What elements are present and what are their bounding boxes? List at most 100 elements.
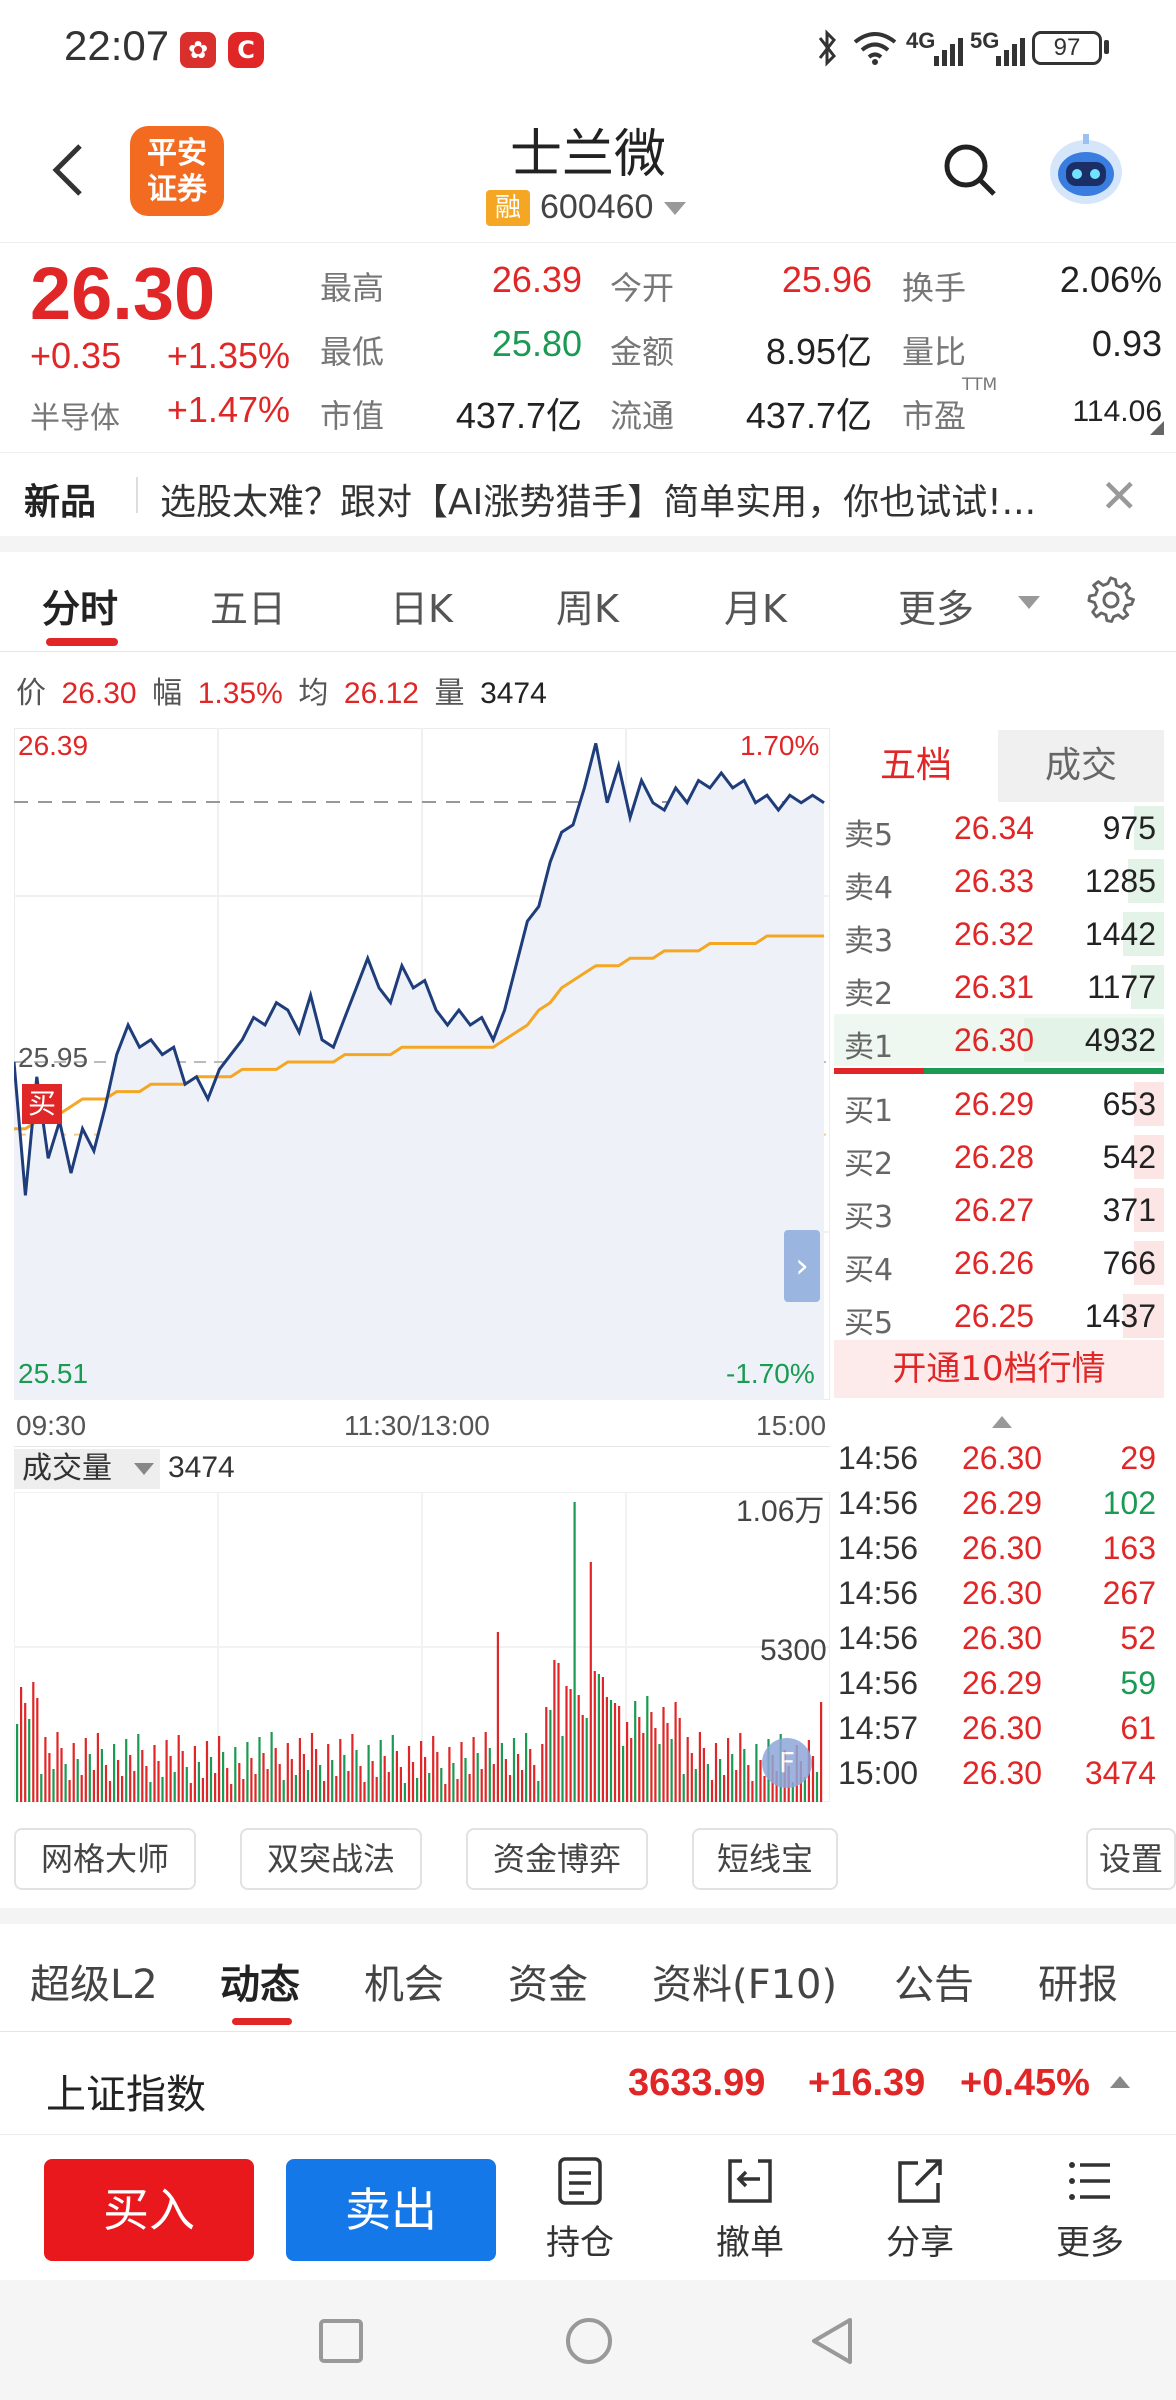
volume-bar [609, 1700, 613, 1802]
bid-row[interactable]: 买1 26.29 653 [834, 1078, 1164, 1130]
tab-daily-k[interactable]: 日K [390, 578, 453, 633]
news-tag: 新品 [24, 482, 97, 523]
cancel-order-button[interactable]: 撤单 [690, 2155, 810, 2275]
volume-bar [104, 1765, 108, 1802]
volume-bar [517, 1754, 520, 1802]
trade-vol: 52 [1120, 1620, 1156, 1656]
float-assistant-icon[interactable]: F [762, 1738, 812, 1788]
volume-bar [96, 1733, 99, 1802]
home-icon[interactable] [564, 2316, 614, 2366]
tab-announcements[interactable]: 公告 [894, 1952, 974, 2010]
sell-button[interactable]: 卖出 [286, 2159, 496, 2261]
volume-bar [56, 1732, 59, 1802]
ask-row[interactable]: 卖5 26.34 975 [834, 802, 1164, 854]
tools-settings-button[interactable]: 设置 [1086, 1828, 1176, 1890]
index-ticker[interactable]: 上证指数 3633.99 +16.39 +0.45% [0, 2032, 1176, 2134]
tab-five-day[interactable]: 五日 [210, 578, 286, 633]
ask-row[interactable]: 卖1 26.30 4932 [834, 1014, 1164, 1066]
open-level10-button[interactable]: 开通10档行情 [834, 1340, 1164, 1398]
ai-assistant-robot-icon[interactable] [1046, 132, 1126, 208]
holdings-button[interactable]: 持仓 [520, 2155, 640, 2275]
grid-master-button[interactable]: 网格大师 [14, 1828, 196, 1890]
index-change-pct: +0.45% [960, 2062, 1090, 2104]
volume-bar [298, 1738, 301, 1802]
share-button[interactable]: 分享 [860, 2155, 980, 2275]
short-term-button[interactable]: 短线宝 [692, 1828, 838, 1890]
tab-weekly-k[interactable]: 周K [556, 578, 619, 633]
tab-intraday[interactable]: 分时 [42, 578, 118, 633]
section-gap [0, 536, 1176, 552]
trade-price: 26.30 [962, 1620, 1043, 1656]
tab-research[interactable]: 研报 [1038, 1952, 1118, 2010]
more-button[interactable]: 更多 [1030, 2155, 1150, 2275]
tab-opportunity[interactable]: 机会 [364, 1952, 444, 2010]
volume-bar [379, 1740, 382, 1802]
volume-bar [694, 1769, 697, 1802]
quote-panel: 26.30 +0.35 +1.35% 半导体 +1.47% 最高 26.39 最… [0, 242, 1176, 442]
volume-bar [113, 1744, 116, 1802]
tab-dynamics[interactable]: 动态 [220, 1952, 300, 2010]
bid-row[interactable]: 买2 26.28 542 [834, 1131, 1164, 1183]
news-banner[interactable]: 新品 选股太难？跟对【AI涨势猎手】简单实用，你也试试!... ✕ [0, 452, 1176, 536]
volume-bar [294, 1775, 297, 1802]
chevron-up-icon[interactable] [1110, 2076, 1130, 2088]
bid-row[interactable]: 买5 26.25 1437 [834, 1290, 1164, 1342]
double-breakout-button[interactable]: 双突战法 [240, 1828, 422, 1890]
order-vol: 1437 [1084, 1298, 1156, 1334]
cancel-order-label: 撤单 [716, 2223, 784, 2263]
order-label: 卖5 [844, 818, 894, 853]
recent-apps-icon[interactable] [318, 2318, 364, 2364]
order-price: 26.34 [954, 810, 1035, 846]
tab-monthly-k[interactable]: 月K [724, 578, 787, 633]
intraday-chart[interactable]: 26.39 25.95 25.51 1.70% -1.70% [14, 728, 830, 1400]
ask-row[interactable]: 卖2 26.31 1177 [834, 961, 1164, 1013]
close-icon[interactable]: ✕ [1100, 469, 1139, 523]
chevron-down-icon[interactable] [134, 1463, 154, 1475]
trade-price: 26.30 [962, 1575, 1043, 1611]
tab-capital[interactable]: 资金 [508, 1952, 588, 2010]
buy-button[interactable]: 买入 [44, 2159, 254, 2261]
bid-row[interactable]: 买3 26.27 371 [834, 1184, 1164, 1236]
sector-name[interactable]: 半导体 [30, 393, 120, 437]
buy-point-marker[interactable]: 买 [22, 1084, 62, 1124]
volume-bar [351, 1734, 354, 1802]
back-nav-icon[interactable] [808, 2316, 856, 2366]
tab-five-levels[interactable]: 五档 [834, 730, 998, 802]
gear-icon[interactable] [1086, 574, 1136, 624]
info-tabs: 超级L2 动态 机会 资金 资料(F10) 公告 研报 [0, 1924, 1176, 2032]
capital-game-button[interactable]: 资金博弈 [466, 1828, 648, 1890]
volume-bar [820, 1702, 823, 1802]
volume-bar [565, 1686, 568, 1802]
volume-bar [537, 1781, 540, 1802]
index-name: 上证指数 [46, 2072, 206, 2118]
corner-expand-icon[interactable] [1150, 421, 1164, 435]
volume-bar [508, 1775, 512, 1802]
order-label: 卖3 [844, 924, 894, 959]
chevron-down-icon[interactable] [664, 202, 686, 215]
tab-more[interactable]: 更多 [898, 578, 974, 633]
news-text[interactable]: 选股太难？跟对【AI涨势猎手】简单实用，你也试试!... [160, 473, 1036, 525]
bid-row[interactable]: 买4 26.26 766 [834, 1237, 1164, 1289]
tab-f10[interactable]: 资料(F10) [652, 1952, 837, 2010]
tab-trades[interactable]: 成交 [998, 730, 1164, 802]
volume-bar [403, 1783, 406, 1802]
volume-chart[interactable] [14, 1492, 830, 1802]
chevron-up-icon[interactable] [992, 1416, 1012, 1428]
trade-time: 14:56 [838, 1530, 919, 1566]
search-icon[interactable] [940, 140, 1000, 200]
volume-bar [440, 1768, 443, 1802]
time-label-noon: 11:30/13:00 [344, 1410, 490, 1441]
expand-order-book-button[interactable]: › [784, 1230, 820, 1302]
volume-bar [205, 1741, 209, 1802]
trade-price: 26.30 [962, 1440, 1043, 1476]
chevron-down-icon[interactable] [1018, 596, 1040, 609]
tab-super-l2[interactable]: 超级L2 [30, 1952, 158, 2010]
ask-row[interactable]: 卖4 26.33 1285 [834, 855, 1164, 907]
volume-bar [327, 1744, 330, 1802]
stock-code[interactable]: 600460 [540, 188, 653, 227]
price-change: +0.35 [30, 335, 122, 376]
order-label: 买5 [844, 1306, 894, 1341]
ask-row[interactable]: 卖3 26.32 1442 [834, 908, 1164, 960]
volume-bar [395, 1751, 398, 1802]
volume-bar [674, 1702, 677, 1802]
